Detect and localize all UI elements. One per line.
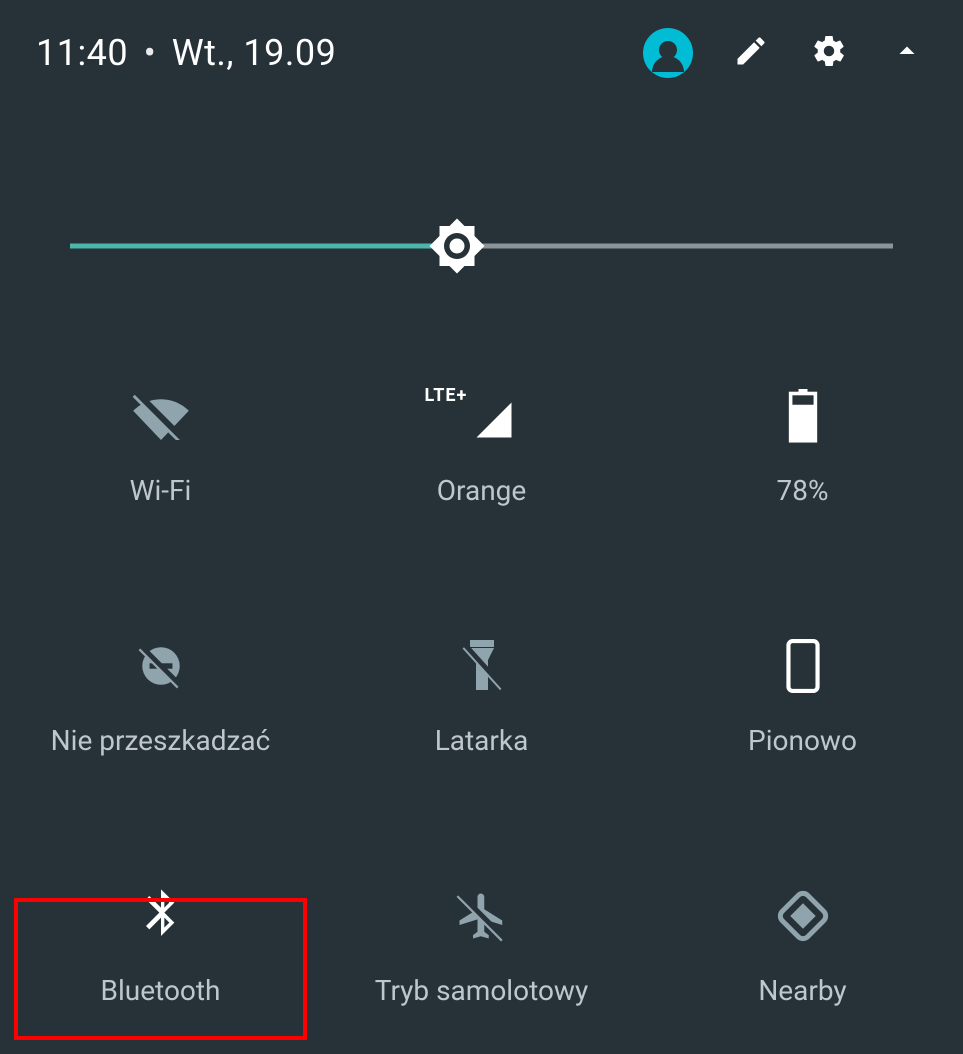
user-avatar-icon[interactable] xyxy=(643,28,693,78)
status-time: 11:40 xyxy=(36,32,128,74)
battery-icon xyxy=(786,384,820,448)
gear-icon xyxy=(811,33,847,73)
tile-label: Pionowo xyxy=(748,724,857,757)
tile-label: Nie przeszkadzać xyxy=(51,724,271,757)
cellular-tile[interactable]: LTE+ Orange xyxy=(321,384,642,554)
flashlight-tile[interactable]: Latarka xyxy=(321,634,642,804)
tile-label: 78% xyxy=(777,474,829,507)
signal-lte-label: LTE+ xyxy=(425,385,468,406)
airplane-tile[interactable]: Tryb samolotowy xyxy=(321,884,642,1054)
brightness-thumb[interactable] xyxy=(427,216,487,276)
rotation-tile[interactable]: Pionowo xyxy=(642,634,963,804)
edit-button[interactable] xyxy=(731,33,771,73)
brightness-fill xyxy=(70,244,457,249)
status-date: Wt., 19.09 xyxy=(172,32,337,74)
airplane-off-icon xyxy=(455,884,509,948)
tile-label: Bluetooth xyxy=(101,974,221,1007)
quick-settings-grid: Wi-Fi LTE+ Orange 78% xyxy=(0,364,963,1054)
wifi-off-icon xyxy=(132,384,190,448)
settings-button[interactable] xyxy=(809,33,849,73)
dnd-off-icon xyxy=(136,634,186,698)
status-time-date: 11:40 • Wt., 19.09 xyxy=(36,32,336,74)
status-actions xyxy=(643,28,927,78)
wifi-tile[interactable]: Wi-Fi xyxy=(0,384,321,554)
nearby-icon xyxy=(776,884,830,948)
pencil-icon xyxy=(733,33,769,73)
brightness-icon xyxy=(427,261,487,280)
bluetooth-tile[interactable]: Bluetooth xyxy=(0,884,321,1054)
signal-icon: LTE+ xyxy=(447,384,517,448)
status-sep: • xyxy=(144,32,157,74)
tile-label: Latarka xyxy=(435,724,529,757)
status-bar: 11:40 • Wt., 19.09 xyxy=(0,0,963,78)
bluetooth-icon xyxy=(141,884,181,948)
collapse-button[interactable] xyxy=(887,33,927,73)
nearby-tile[interactable]: Nearby xyxy=(642,884,963,1054)
flashlight-off-icon xyxy=(461,634,503,698)
tile-label: Orange xyxy=(437,474,526,507)
battery-tile[interactable]: 78% xyxy=(642,384,963,554)
dnd-tile[interactable]: Nie przeszkadzać xyxy=(0,634,321,804)
tile-label: Tryb samolotowy xyxy=(375,974,588,1007)
brightness-rest xyxy=(457,244,893,249)
portrait-icon xyxy=(785,634,821,698)
tile-label: Wi-Fi xyxy=(130,474,192,507)
chevron-up-icon xyxy=(889,33,925,73)
brightness-slider[interactable] xyxy=(70,218,893,274)
tile-label: Nearby xyxy=(758,974,846,1007)
